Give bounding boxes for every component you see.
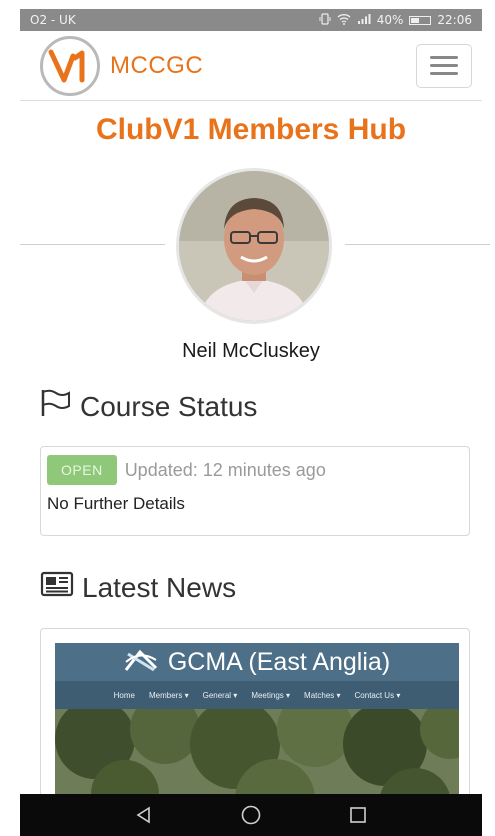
- status-bar: O2 - UK 40% 22:06: [20, 9, 482, 31]
- wifi-icon: [337, 13, 351, 28]
- news-site-title: GCMA (East Anglia): [167, 647, 391, 676]
- flag-icon: [40, 388, 72, 425]
- news-site-header: GCMA (East Anglia): [55, 643, 459, 681]
- status-badge: OPEN: [47, 455, 117, 485]
- signal-icon: [357, 13, 371, 28]
- page-title: ClubV1 Members Hub: [95, 113, 407, 146]
- status-details: No Further Details: [47, 494, 185, 513]
- member-name: Neil McCluskey: [182, 340, 320, 362]
- news-nav-item: Members ▾: [149, 690, 189, 700]
- hamburger-icon-bar: [430, 56, 458, 59]
- status-icons: 40% 22:06: [319, 12, 472, 28]
- news-site-nav: Home Members ▾ General ▾ Meetings ▾ Matc…: [55, 681, 459, 709]
- profile-divider-right: [345, 244, 490, 245]
- course-status-title: Course Status: [80, 390, 258, 422]
- latest-news-heading: Latest News: [40, 570, 236, 605]
- status-updated: Updated: 12 minutes ago: [124, 459, 326, 480]
- battery-icon: [409, 15, 432, 25]
- hamburger-icon-bar: [430, 64, 458, 67]
- home-icon[interactable]: [239, 803, 263, 827]
- news-card[interactable]: GCMA (East Anglia) Home Members ▾ Genera…: [40, 628, 470, 808]
- gcma-logo-icon: [124, 646, 158, 678]
- member-avatar: [176, 168, 332, 324]
- navbar: MCCGC: [20, 31, 482, 101]
- carrier-label: O2 - UK: [30, 13, 76, 27]
- android-nav-bar: [20, 794, 482, 836]
- club-logo[interactable]: [40, 35, 100, 96]
- news-image[interactable]: GCMA (East Anglia) Home Members ▾ Genera…: [55, 643, 459, 807]
- latest-news-title: Latest News: [82, 571, 237, 603]
- news-nav-item: Home: [113, 690, 135, 700]
- news-nav-item: General ▾: [202, 690, 238, 700]
- course-status-card: OPEN Updated: 12 minutes ago No Further …: [40, 446, 470, 536]
- newspaper-icon: [40, 570, 74, 605]
- clock: 22:06: [437, 13, 472, 27]
- battery-percent: 40%: [376, 13, 404, 27]
- course-status-heading: Course Status: [40, 388, 257, 425]
- menu-toggle-button[interactable]: [416, 43, 472, 88]
- v1-logo-icon: [48, 49, 85, 82]
- news-nav-item: Contact Us ▾: [354, 690, 401, 700]
- news-nav-item: Meetings ▾: [251, 690, 291, 700]
- vibrate-icon: [319, 12, 331, 28]
- back-icon[interactable]: [132, 803, 156, 827]
- hamburger-icon-bar: [430, 72, 458, 75]
- news-nav-item: Matches ▾: [304, 690, 341, 700]
- profile-divider-left: [20, 244, 165, 245]
- recent-apps-icon[interactable]: [346, 803, 370, 827]
- brand-name[interactable]: MCCGC: [110, 52, 203, 80]
